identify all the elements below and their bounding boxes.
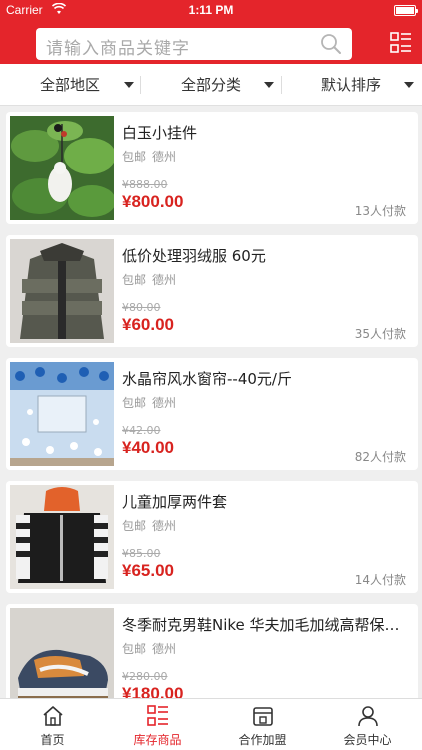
product-card[interactable]: 低价处理羽绒服 60元 包邮 德州 ¥80.00 ¥60.00 35人付款 xyxy=(6,235,418,347)
product-card[interactable]: 儿童加厚两件套 包邮 德州 ¥85.00 ¥65.00 14人付款 xyxy=(6,481,418,593)
product-card[interactable]: 水晶帘风水窗帘--40元/斤 包邮 德州 ¥42.00 ¥40.00 82人付款 xyxy=(6,358,418,470)
tab-member-label: 会员中心 xyxy=(343,733,392,747)
original-price: ¥280.00 xyxy=(122,670,168,683)
shipping-label: 包邮 xyxy=(122,273,147,287)
current-price: ¥60.00 xyxy=(122,315,174,334)
current-price: ¥180.00 xyxy=(122,684,184,698)
tab-home-label: 首页 xyxy=(40,733,65,747)
product-title: 低价处理羽绒服 60元 xyxy=(122,247,266,265)
paid-count: 35人付款 xyxy=(354,327,406,341)
shipping-label: 包邮 xyxy=(122,642,147,656)
product-title: 白玉小挂件 xyxy=(122,124,198,142)
location-label: 德州 xyxy=(152,519,177,533)
product-card[interactable]: 白玉小挂件 包邮 德州 ¥888.00 ¥800.00 13人付款 xyxy=(6,112,418,224)
caret-down-icon xyxy=(404,82,414,88)
search-input[interactable]: 请输入商品关键字 xyxy=(36,28,352,60)
product-image xyxy=(10,485,114,589)
product-list: 白玉小挂件 包邮 德州 ¥888.00 ¥800.00 13人付款 低价处理羽绒服… xyxy=(0,106,422,698)
product-title: 水晶帘风水窗帘--40元/斤 xyxy=(122,370,292,388)
caret-down-icon xyxy=(124,82,134,88)
product-meta: 包邮 德州 xyxy=(122,640,176,657)
tab-inventory-label: 库存商品 xyxy=(133,733,182,747)
shipping-label: 包邮 xyxy=(122,150,147,164)
filter-region-label: 全部地区 xyxy=(40,76,101,94)
caret-down-icon xyxy=(264,82,274,88)
battery-icon xyxy=(394,5,418,16)
original-price: ¥80.00 xyxy=(122,301,161,314)
filter-bar: 全部地区 全部分类 默认排序 xyxy=(0,64,422,106)
paid-count: 13人付款 xyxy=(354,204,406,218)
product-meta: 包邮 德州 xyxy=(122,271,176,288)
current-price: ¥65.00 xyxy=(122,561,174,580)
app-header: Carrier 1:11 PM 请输入商品关键字 xyxy=(0,0,422,64)
tab-inventory[interactable]: 库存商品 xyxy=(105,699,210,750)
divider xyxy=(140,76,141,94)
product-meta: 包邮 德州 xyxy=(122,148,176,165)
location-label: 德州 xyxy=(152,150,177,164)
tab-home[interactable]: 首页 xyxy=(0,699,105,750)
filter-sort[interactable]: 默认排序 xyxy=(321,64,421,106)
paid-count: 14人付款 xyxy=(354,573,406,587)
current-price: ¥800.00 xyxy=(122,192,184,211)
product-title: 冬季耐克男鞋Nike 华夫加毛加绒高帮保暖运动鞋 xyxy=(122,616,412,634)
filter-category-label: 全部分类 xyxy=(181,76,242,94)
divider xyxy=(281,76,282,94)
search-placeholder: 请输入商品关键字 xyxy=(46,39,190,59)
filter-sort-label: 默认排序 xyxy=(321,76,382,94)
grid-list-icon[interactable] xyxy=(390,32,412,54)
tab-bar: 首页 库存商品 合作加盟 会员中心 xyxy=(0,698,422,750)
location-label: 德州 xyxy=(152,273,177,287)
product-image xyxy=(10,239,114,343)
product-card[interactable]: 冬季耐克男鞋Nike 华夫加毛加绒高帮保暖运动鞋 包邮德州 ¥280.00 ¥1… xyxy=(6,604,418,698)
shipping-label: 包邮 xyxy=(122,396,147,410)
tab-partnership-label: 合作加盟 xyxy=(238,733,287,747)
location-label: 德州 xyxy=(152,642,177,656)
store-icon xyxy=(253,707,273,726)
filter-category[interactable]: 全部分类 xyxy=(181,64,281,106)
tab-member[interactable]: 会员中心 xyxy=(315,699,420,750)
original-price: ¥85.00 xyxy=(122,547,161,560)
list-icon xyxy=(147,705,168,726)
product-image xyxy=(10,116,114,220)
current-price: ¥40.00 xyxy=(122,438,174,457)
home-icon xyxy=(43,706,63,726)
original-price: ¥888.00 xyxy=(122,178,168,191)
clock: 1:11 PM xyxy=(188,3,234,17)
shipping-label: 包邮 xyxy=(122,519,147,533)
paid-count: 82人付款 xyxy=(354,450,406,464)
product-image xyxy=(10,362,114,466)
product-image xyxy=(10,608,114,698)
product-title: 儿童加厚两件套 xyxy=(122,493,228,511)
location-label: 德州 xyxy=(152,396,177,410)
status-bar: Carrier 1:11 PM xyxy=(0,0,422,20)
user-icon xyxy=(358,706,378,727)
search-icon[interactable] xyxy=(320,33,342,55)
original-price: ¥42.00 xyxy=(122,424,161,437)
tab-partnership[interactable]: 合作加盟 xyxy=(210,699,315,750)
product-meta: 包邮 德州 xyxy=(122,517,176,534)
product-meta: 包邮 德州 xyxy=(122,394,176,411)
filter-region[interactable]: 全部地区 xyxy=(40,64,140,106)
